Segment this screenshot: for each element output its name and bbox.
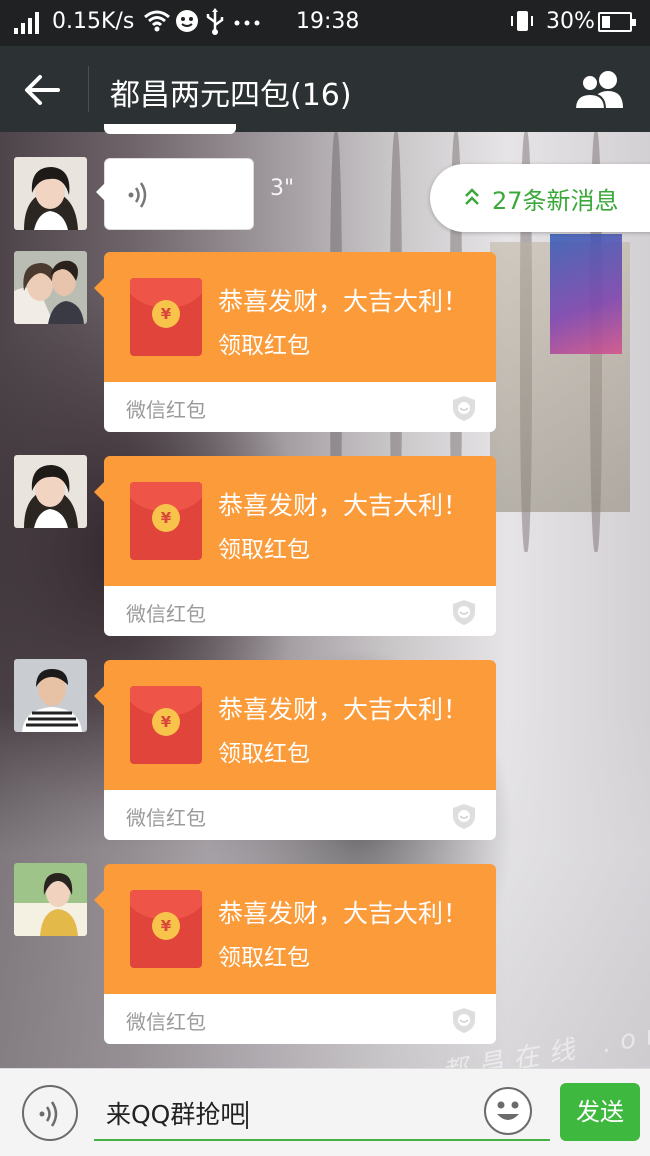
phone-vibrate-icon	[508, 8, 536, 42]
group-members-icon	[573, 71, 623, 110]
red-packet-brand: 微信红包	[126, 806, 206, 830]
red-packet-body: ¥ 恭喜发财，大吉大利！ 领取红包	[94, 864, 496, 994]
voice-duration: 3"	[270, 176, 295, 201]
voice-message-bubble[interactable]	[96, 158, 254, 230]
header-divider	[88, 66, 89, 112]
red-packet-body: ¥ 恭喜发财，大吉大利！ 领取红包	[94, 252, 496, 382]
red-packet-footer: 微信红包	[104, 382, 496, 432]
app-notification-icon	[174, 8, 200, 40]
input-bar: 来QQ群抢吧 发送	[0, 1068, 650, 1156]
red-envelope-icon: ¥	[130, 278, 202, 356]
red-packet-brand: 微信红包	[126, 398, 206, 422]
shield-icon	[453, 1008, 475, 1033]
red-packet-message[interactable]: ¥ 恭喜发财，大吉大利！ 领取红包 微信红包	[94, 456, 496, 636]
more-dots-icon	[232, 7, 262, 41]
signal-icon	[14, 12, 39, 34]
red-packet-claim-label: 领取红包	[218, 945, 310, 971]
red-packet-claim-label: 领取红包	[218, 741, 310, 767]
avatar[interactable]	[14, 659, 87, 732]
red-packet-footer: 微信红包	[104, 994, 496, 1044]
wifi-icon	[144, 9, 170, 39]
new-messages-label: 27条新消息	[492, 186, 619, 215]
red-packet-claim-label: 领取红包	[218, 333, 310, 359]
net-speed: 0.15K/s	[52, 9, 135, 34]
status-bar: 0.15K/s 19:38 30%	[0, 0, 650, 46]
battery-percent: 30%	[546, 9, 595, 34]
clock: 19:38	[296, 9, 360, 34]
red-packet-greeting: 恭喜发财，大吉大利！	[218, 695, 469, 724]
arrow-left-icon	[25, 75, 60, 105]
emoji-button[interactable]	[484, 1087, 532, 1135]
red-packet-message[interactable]: ¥ 恭喜发财，大吉大利！ 领取红包 微信红包	[94, 252, 496, 432]
avatar[interactable]	[14, 251, 87, 324]
voice-waves-icon	[39, 1101, 58, 1127]
usb-icon	[204, 8, 226, 42]
group-members-button[interactable]	[572, 68, 628, 112]
red-packet-greeting: 恭喜发财，大吉大利！	[218, 491, 469, 520]
avatar[interactable]	[14, 157, 87, 230]
send-button[interactable]: 发送	[560, 1083, 640, 1141]
red-packet-footer: 微信红包	[104, 790, 496, 840]
red-packet-footer: 微信红包	[104, 586, 496, 636]
red-packet-body: ¥ 恭喜发财，大吉大利！ 领取红包	[94, 456, 496, 586]
text-caret	[246, 1101, 249, 1129]
red-envelope-icon: ¥	[130, 482, 202, 560]
chat-title: 都昌两元四包(16)	[110, 78, 352, 113]
shield-icon	[453, 396, 475, 421]
red-packet-greeting: 恭喜发财，大吉大利！	[218, 287, 469, 316]
battery-icon	[598, 12, 636, 32]
double-chevron-up-icon	[464, 187, 480, 209]
red-packet-message[interactable]: ¥ 恭喜发财，大吉大利！ 领取红包 微信红包	[94, 864, 496, 1044]
background-poster	[550, 234, 622, 354]
avatar[interactable]	[14, 863, 87, 936]
smiley-face-icon	[497, 1101, 519, 1120]
red-packet-body: ¥ 恭喜发财，大吉大利！ 领取红包	[94, 660, 496, 790]
red-envelope-icon: ¥	[130, 890, 202, 968]
red-packet-claim-label: 领取红包	[218, 537, 310, 563]
red-packet-greeting: 恭喜发财，大吉大利！	[218, 899, 469, 928]
shield-icon	[453, 600, 475, 625]
message-input-value: 来QQ群抢吧	[106, 1100, 246, 1129]
red-packet-brand: 微信红包	[126, 1010, 206, 1034]
red-packet-message[interactable]: ¥ 恭喜发财，大吉大利！ 领取红包 微信红包	[94, 660, 496, 840]
back-button[interactable]	[20, 68, 64, 112]
avatar[interactable]	[14, 455, 87, 528]
chat-header: 都昌两元四包(16)	[0, 46, 650, 132]
previous-bubble-edge	[104, 124, 236, 134]
voice-input-toggle[interactable]	[22, 1085, 78, 1141]
new-messages-button[interactable]: 27条新消息	[430, 164, 650, 232]
voice-waves-icon	[128, 182, 147, 208]
message-input[interactable]: 来QQ群抢吧	[94, 1083, 550, 1141]
red-envelope-icon: ¥	[130, 686, 202, 764]
red-packet-brand: 微信红包	[126, 602, 206, 626]
shield-icon	[453, 804, 475, 829]
